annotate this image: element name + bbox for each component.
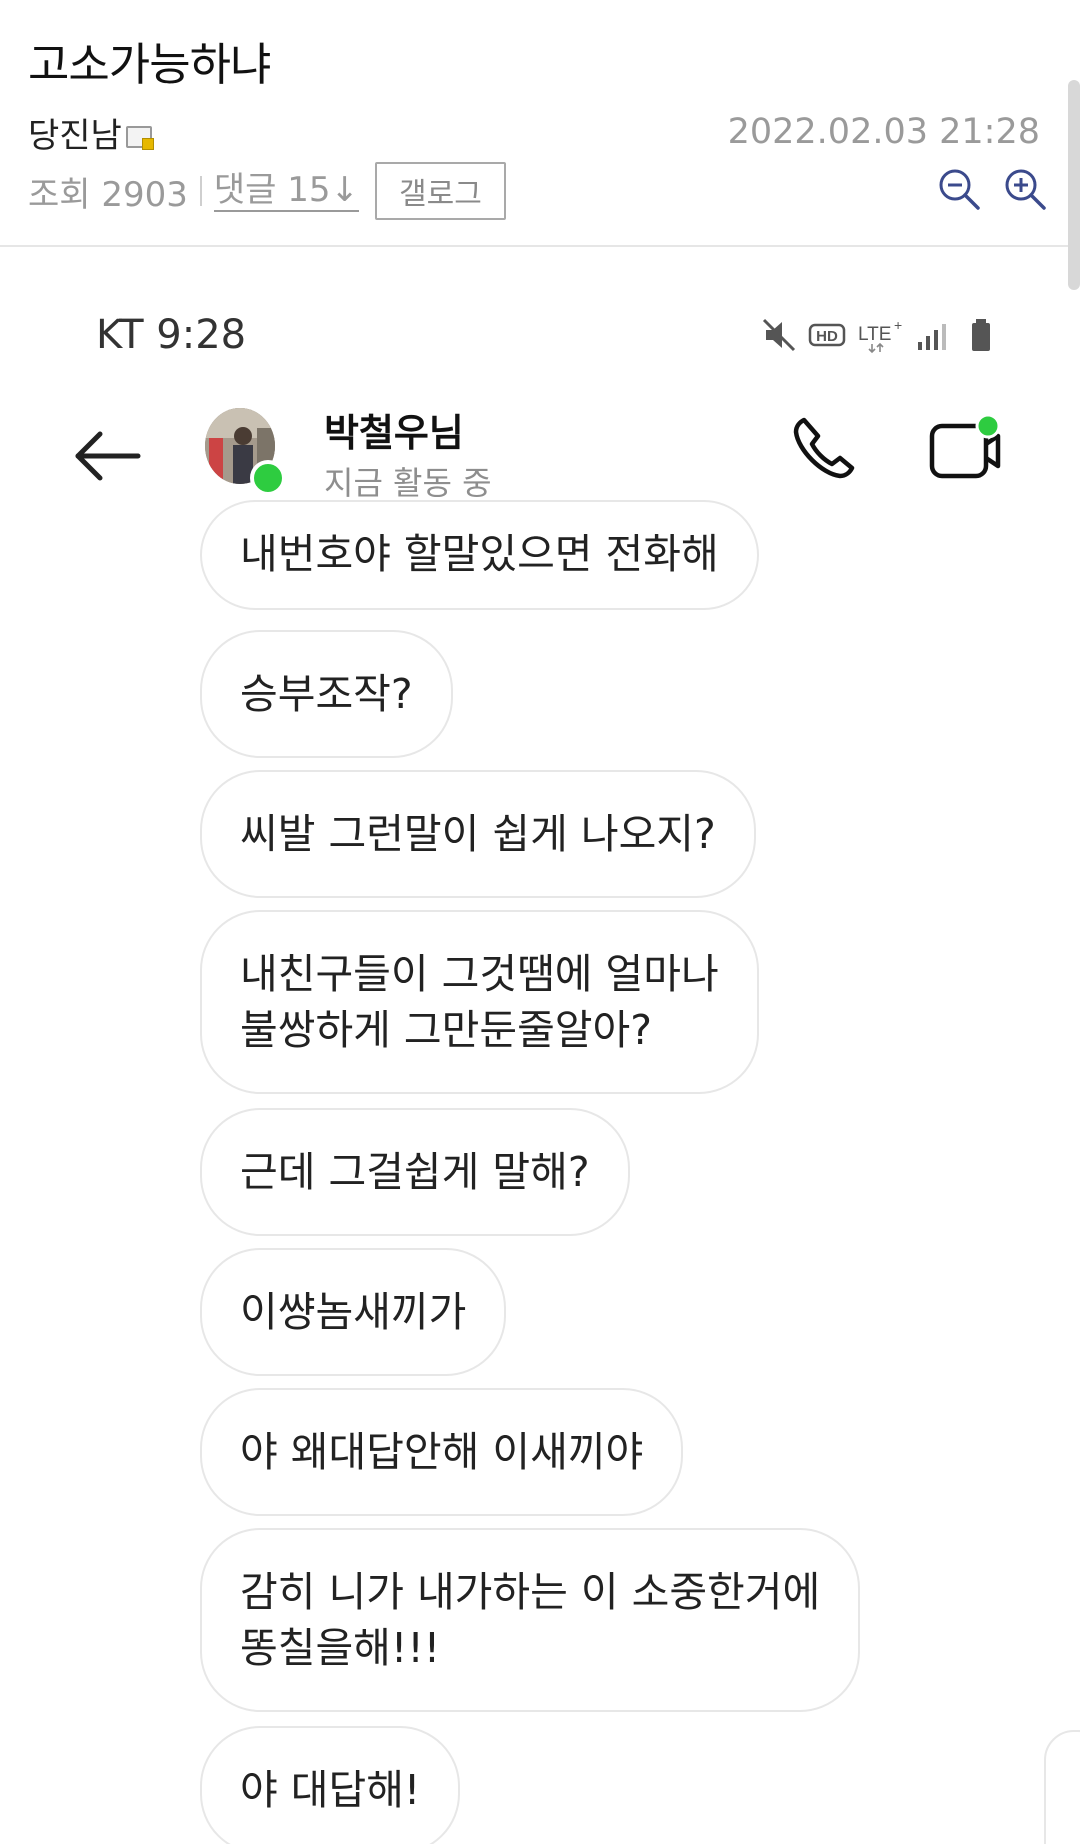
gallog-button[interactable]: 갤로그 [375,162,506,220]
phone-call-icon[interactable] [790,412,862,484]
lte-plus-icon: LTE + [858,317,902,354]
message-bubble[interactable]: 야 왜대답안해 이새끼야 [200,1388,684,1516]
post-stats: 조회 2903 댓글 15↓ 갤로그 [28,162,506,220]
message-bubble[interactable]: 내번호야 할말있으면 전화해 [200,500,759,610]
message-text: 승부조작? [240,670,413,718]
author-name[interactable]: 당진남 [28,108,122,157]
member-level-icon [125,125,154,150]
svg-text:HD: HD [816,328,838,345]
author-row: 당진남 [28,108,154,157]
svg-text:+: + [894,317,902,333]
phone-status-icons: HD LTE + [760,316,1000,354]
comment-count-link[interactable]: 댓글 15↓ [213,170,360,212]
message-bubble[interactable]: 내친구들이 그것땜에 얼마나 불쌍하게 그만둔줄알아? [200,910,759,1094]
message-bubble[interactable]: 승부조작? [200,630,453,758]
message-text: 씨발 그런말이 쉽게 나오지? [240,810,716,858]
back-arrow-icon[interactable] [72,428,142,484]
chat-activity-status: 지금 활동 중 [324,464,492,502]
phone-status-time: KT 9:28 [96,312,247,358]
svg-text:LTE: LTE [858,324,891,345]
post-title: 고소가능하냐 [28,38,271,91]
message-text: 내번호야 할말있으면 전화해 [240,530,719,578]
view-count: 조회 2903 [28,174,188,215]
message-text: 근데 그걸쉽게 말해? [240,1148,590,1196]
battery-icon [972,319,990,351]
signal-icon [918,324,946,350]
video-call-icon[interactable] [928,412,1004,484]
online-status-dot [250,460,286,496]
partial-message-bubble [1044,1730,1080,1844]
message-text: 똥칠을해!!! [240,1624,441,1672]
zoom-out-icon[interactable] [936,166,982,212]
message-bubble[interactable]: 야 대답해! [200,1726,461,1844]
mute-icon [762,318,796,352]
header-divider [0,245,1080,247]
message-bubble[interactable]: 씨발 그런말이 쉽게 나오지? [200,770,756,898]
hd-icon: HD [808,323,846,347]
message-text: 야 왜대답안해 이새끼야 [240,1428,644,1476]
zoom-in-icon[interactable] [1002,166,1048,212]
message-bubble[interactable]: 이썅놈새끼가 [200,1248,507,1376]
message-text: 야 대답해! [240,1766,421,1814]
message-text: 감히 니가 내가하는 이 소중한거에 [240,1568,821,1616]
message-text: 내친구들이 그것땜에 얼마나 [240,950,719,998]
post-page: 고소가능하냐 당진남 2022.02.03 21:28 조회 2903 댓글 1… [0,0,1080,1844]
message-bubble[interactable]: 감히 니가 내가하는 이 소중한거에 똥칠을해!!! [200,1528,861,1712]
post-date: 2022.02.03 21:28 [727,112,1040,152]
message-text: 불쌍하게 그만둔줄알아? [240,1006,652,1054]
page-scrollbar[interactable] [1068,80,1080,290]
stat-divider [199,176,202,206]
message-bubble[interactable]: 근데 그걸쉽게 말해? [200,1108,630,1236]
chat-contact-name: 박철우님 [324,411,464,455]
message-text: 이썅놈새끼가 [240,1288,467,1336]
